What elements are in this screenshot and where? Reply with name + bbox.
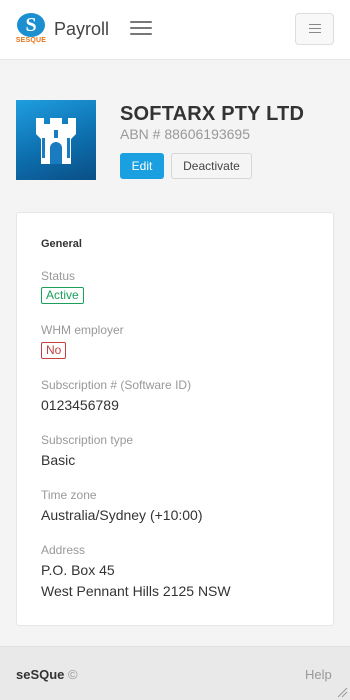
castle-icon xyxy=(36,118,76,164)
sidebar-toggle-icon[interactable] xyxy=(130,21,152,39)
logo-s-icon: S xyxy=(17,13,45,37)
whm-employer-label: WHM employer xyxy=(41,323,124,337)
resize-grip-icon[interactable] xyxy=(336,686,348,698)
address-line-1: P.O. Box 45 xyxy=(41,562,115,578)
copyright-symbol: © xyxy=(68,667,78,682)
general-card: General Status Active WHM employer No Su… xyxy=(16,212,334,626)
company-name: SOFTARX PTY LTD xyxy=(120,103,305,125)
app-title[interactable]: Payroll xyxy=(54,19,109,40)
subscription-type-value: Basic xyxy=(41,452,76,468)
footer-brand: seSQue © xyxy=(16,667,78,682)
sesque-logo[interactable]: S SESQUE xyxy=(14,13,48,47)
deactivate-button[interactable]: Deactivate xyxy=(171,153,252,179)
subscription-type-label: Subscription type xyxy=(41,433,134,447)
footer-brand-name: seSQue xyxy=(16,667,65,682)
address-line-2: West Pennant Hills 2125 NSW xyxy=(41,583,231,599)
company-abn: ABN # 88606193695 xyxy=(120,126,250,142)
general-heading: General xyxy=(41,238,82,250)
subscription-value: 0123456789 xyxy=(41,397,119,413)
company-logo xyxy=(16,100,96,180)
subscription-label: Subscription # (Software ID) xyxy=(41,378,192,392)
top-navbar: S SESQUE Payroll xyxy=(0,0,350,60)
help-link[interactable]: Help xyxy=(305,667,332,682)
navbar-toggle-button[interactable] xyxy=(295,13,334,45)
status-label: Status xyxy=(41,269,76,283)
whm-employer-badge: No xyxy=(41,342,67,359)
status-badge: Active xyxy=(41,287,84,304)
menu-icon xyxy=(309,24,321,36)
logo-text: SESQUE xyxy=(15,37,47,44)
timezone-value: Australia/Sydney (+10:00) xyxy=(41,507,203,523)
footer: seSQue © Help xyxy=(0,646,350,700)
address-label: Address xyxy=(41,543,86,557)
timezone-label: Time zone xyxy=(41,488,97,502)
edit-button[interactable]: Edit xyxy=(120,153,164,179)
